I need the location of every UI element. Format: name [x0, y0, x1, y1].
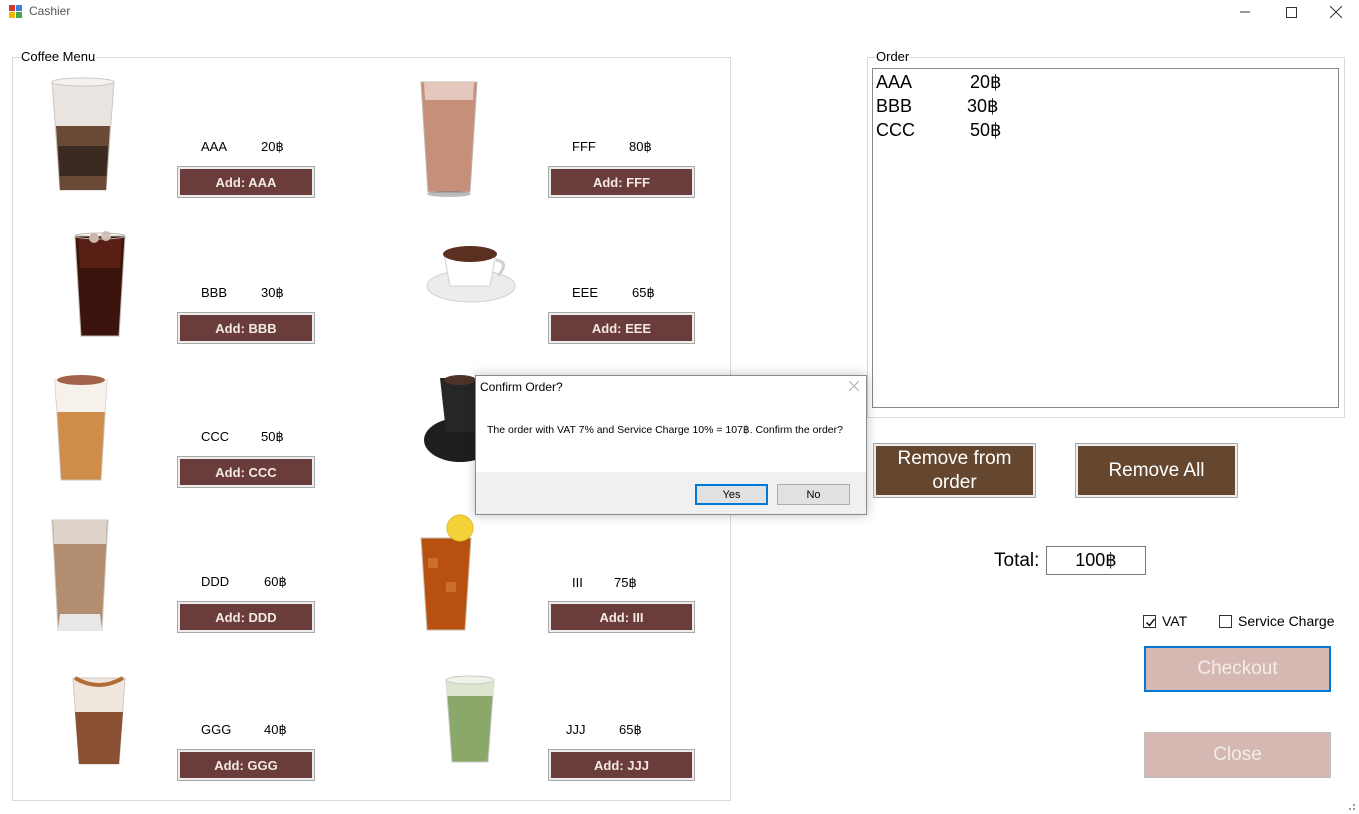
- order-item-name: AAA: [876, 72, 913, 92]
- app-icon: [9, 5, 22, 18]
- item-name-fff: FFF: [572, 139, 596, 154]
- add-jjj-label: Add: JJJ: [551, 752, 692, 778]
- service-charge-label[interactable]: Service Charge: [1238, 613, 1335, 629]
- add-ggg-button[interactable]: Add: GGG: [177, 749, 315, 781]
- order-label: Order: [875, 49, 911, 65]
- minimize-icon: [1240, 11, 1250, 13]
- iced-caramel-latte-image: [72, 676, 126, 765]
- order-item-name: BBB: [876, 96, 913, 116]
- vat-label[interactable]: VAT: [1162, 613, 1187, 629]
- close-icon: [1330, 6, 1342, 18]
- minimize-button[interactable]: [1222, 0, 1268, 24]
- hot-coffee-cup-image: [426, 246, 516, 303]
- service-charge-checkbox[interactable]: [1219, 615, 1232, 628]
- close-button[interactable]: Close: [1144, 732, 1331, 778]
- iced-chocolate-image: [420, 81, 478, 197]
- add-ccc-label: Add: CCC: [180, 459, 312, 485]
- item-price-ccc: 50฿: [261, 429, 284, 444]
- item-price-ggg: 40฿: [264, 722, 287, 737]
- checkout-button[interactable]: Checkout: [1144, 646, 1331, 692]
- item-price-aaa: 20฿: [261, 139, 284, 154]
- black-coffee-cup-image: [424, 375, 476, 462]
- iced-lemon-tea-image: [420, 514, 474, 631]
- order-item-price: 50฿: [970, 120, 1002, 140]
- add-ddd-label: Add: DDD: [180, 604, 312, 630]
- dialog-title: Confirm Order?: [480, 380, 563, 394]
- remove-from-order-button[interactable]: Remove from order: [873, 443, 1036, 498]
- iced-mocha-image: [51, 519, 109, 631]
- confirm-order-dialog: Confirm Order? The order with VAT 7% and…: [475, 375, 867, 515]
- add-aaa-button[interactable]: Add: AAA: [177, 166, 315, 198]
- iced-cappuccino-image: [54, 375, 108, 481]
- close-window-button[interactable]: [1313, 0, 1359, 24]
- item-name-ccc: CCC: [201, 429, 230, 444]
- item-name-bbb: BBB: [201, 285, 228, 300]
- add-bbb-label: Add: BBB: [180, 315, 312, 341]
- add-ddd-button[interactable]: Add: DDD: [177, 601, 315, 633]
- item-price-jjj: 65฿: [619, 722, 642, 737]
- order-item-price: 20฿: [970, 72, 1002, 92]
- order-item-price: 30฿: [967, 96, 999, 116]
- item-price-eee: 65฿: [632, 285, 655, 300]
- item-price-iii: 75฿: [614, 575, 637, 590]
- dialog-body: Confirm Order? The order with VAT 7% and…: [476, 376, 866, 472]
- add-bbb-button[interactable]: Add: BBB: [177, 312, 315, 344]
- yes-button[interactable]: Yes: [695, 484, 768, 505]
- window-title: Cashier: [29, 4, 71, 18]
- maximize-icon: [1285, 6, 1297, 18]
- add-eee-label: Add: EEE: [551, 315, 692, 341]
- iced-americano-image: [74, 231, 126, 337]
- item-name-aaa: AAA: [201, 139, 228, 154]
- item-price-ddd: 60฿: [264, 574, 287, 589]
- dialog-message: The order with VAT 7% and Service Charge…: [487, 424, 843, 436]
- item-name-eee: EEE: [572, 285, 599, 300]
- item-price-fff: 80฿: [629, 139, 652, 154]
- add-jjj-button[interactable]: Add: JJJ: [548, 749, 695, 781]
- iced-latte-image: [51, 77, 115, 191]
- add-iii-label: Add: III: [551, 604, 692, 630]
- no-button[interactable]: No: [777, 484, 850, 505]
- item-name-ddd: DDD: [201, 574, 230, 589]
- checkmark-icon: [1146, 618, 1156, 627]
- add-fff-button[interactable]: Add: FFF: [548, 166, 695, 198]
- add-eee-button[interactable]: Add: EEE: [548, 312, 695, 344]
- add-ggg-label: Add: GGG: [180, 752, 312, 778]
- add-aaa-label: Add: AAA: [180, 169, 312, 195]
- item-name-iii: III: [572, 575, 583, 590]
- iced-matcha-latte-image: [445, 675, 495, 763]
- add-iii-button[interactable]: Add: III: [548, 601, 695, 633]
- total-field[interactable]: 100฿: [1046, 546, 1146, 575]
- remove-all-label: Remove All: [1078, 446, 1235, 495]
- item-name-ggg: GGG: [201, 722, 232, 737]
- item-name-jjj: JJJ: [566, 722, 586, 737]
- remove-from-order-label: Remove from order: [876, 446, 1033, 495]
- title-bar: Cashier: [0, 0, 1359, 24]
- resize-grip-icon[interactable]: [1346, 801, 1356, 811]
- maximize-button[interactable]: [1268, 0, 1314, 24]
- add-ccc-button[interactable]: Add: CCC: [177, 456, 315, 488]
- order-listbox[interactable]: AAA 20฿ BBB 30฿ CCC 50฿: [872, 68, 1339, 408]
- total-label: Total:: [994, 550, 1040, 571]
- add-fff-label: Add: FFF: [551, 169, 692, 195]
- order-item-name: CCC: [876, 120, 915, 140]
- remove-all-button[interactable]: Remove All: [1075, 443, 1238, 498]
- dialog-close-icon[interactable]: [849, 381, 859, 391]
- coffee-menu-label: Coffee Menu: [20, 49, 97, 65]
- item-price-bbb: 30฿: [261, 285, 284, 300]
- vat-checkbox[interactable]: [1143, 615, 1156, 628]
